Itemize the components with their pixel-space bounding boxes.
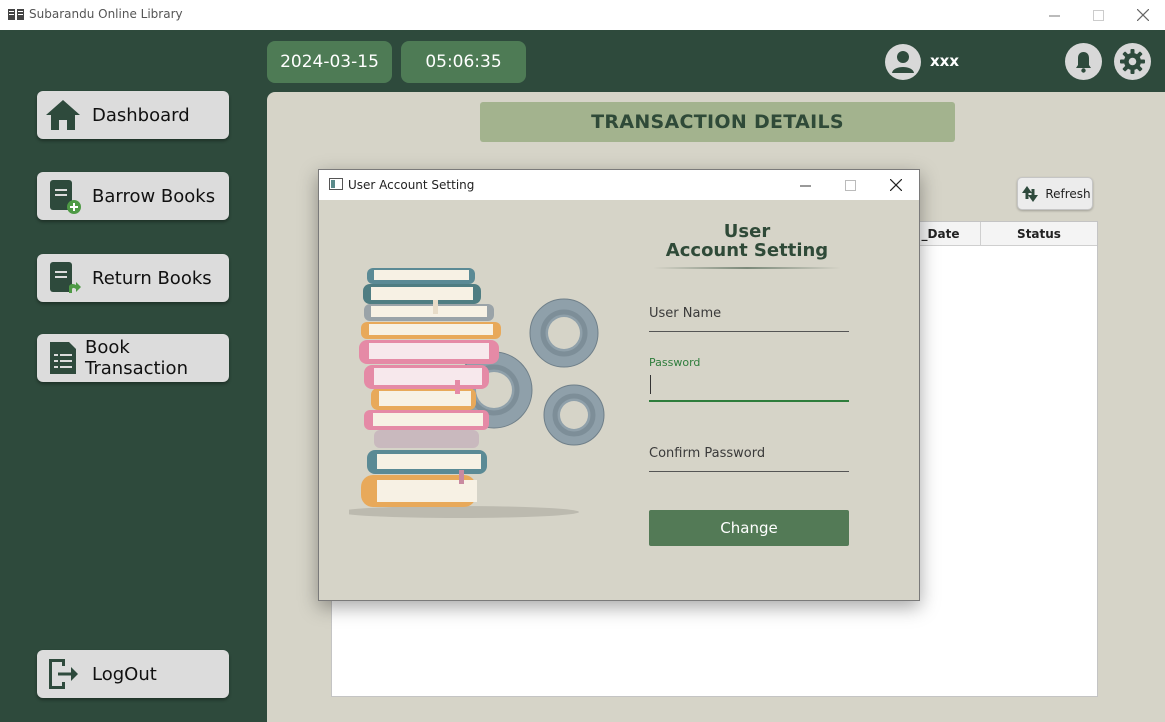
username-label: User Name	[649, 306, 722, 321]
logout-button[interactable]: LogOut	[37, 650, 229, 698]
username-underline	[649, 331, 849, 332]
change-button[interactable]: Change	[649, 510, 849, 546]
password-underline	[649, 400, 849, 402]
sidebar-item-book-transaction[interactable]: Book Transaction	[37, 334, 229, 382]
sidebar-item-label: Dashboard	[92, 104, 190, 126]
dialog-minimize-button[interactable]	[782, 170, 828, 200]
window-maximize-button[interactable]	[1075, 0, 1121, 30]
app-logo-icon	[8, 9, 24, 20]
refresh-label: Refresh	[1045, 186, 1091, 201]
sidebar-item-dashboard[interactable]: Dashboard	[37, 91, 229, 139]
maximize-icon	[844, 179, 856, 191]
text-caret	[650, 375, 651, 394]
dialog-titlebar: User Account Setting	[319, 170, 919, 200]
window-close-button[interactable]	[1120, 0, 1165, 30]
settings-gear-icon[interactable]	[1114, 43, 1151, 80]
confirm-password-label: Confirm Password	[649, 446, 766, 461]
confirm-password-underline	[649, 471, 849, 472]
book-add-icon	[50, 180, 81, 214]
refresh-button[interactable]: Refresh	[1017, 177, 1093, 210]
sidebar-item-label: Return Books	[92, 267, 212, 289]
time-display: 05:06:35	[401, 41, 526, 83]
minimize-icon	[799, 185, 811, 186]
password-label: Password	[649, 356, 701, 369]
home-icon	[46, 100, 80, 130]
sidebar-item-return-books[interactable]: Return Books	[37, 254, 229, 302]
dialog-heading-line1: User	[723, 221, 771, 242]
sidebar-item-label: Book Transaction	[85, 337, 188, 379]
heading-divider	[653, 267, 841, 269]
minimize-icon	[1048, 15, 1060, 16]
sidebar-item-label: Barrow Books	[92, 185, 216, 207]
close-icon	[1137, 9, 1149, 21]
dialog-close-button[interactable]	[873, 170, 919, 200]
dialog-heading: User Account Setting	[649, 222, 845, 260]
dialog-heading-line2: Account Setting	[665, 240, 829, 261]
page-title: TRANSACTION DETAILS	[480, 102, 955, 142]
close-icon	[890, 179, 902, 191]
confirm-password-field[interactable]: Confirm Password	[649, 446, 849, 472]
date-display: 2024-03-15	[267, 41, 392, 83]
username-field[interactable]: User Name	[649, 306, 849, 332]
dialog-app-icon	[329, 178, 343, 190]
user-account-setting-dialog: User Account Setting User Account Settin…	[318, 169, 920, 601]
logout-icon	[49, 659, 78, 689]
dialog-title: User Account Setting	[348, 178, 475, 192]
books-gears-illustration	[349, 268, 605, 518]
book-return-icon	[50, 262, 81, 293]
username-label: xxx	[930, 52, 960, 70]
maximize-icon	[1092, 9, 1104, 21]
sidebar-item-barrow-books[interactable]: Barrow Books	[37, 172, 229, 220]
document-list-icon	[50, 342, 76, 374]
password-field[interactable]: Password	[649, 356, 849, 402]
window-minimize-button[interactable]	[1031, 0, 1077, 30]
notification-bell-icon[interactable]	[1065, 43, 1102, 80]
dialog-maximize-button[interactable]	[827, 170, 873, 200]
logout-label: LogOut	[92, 663, 157, 685]
window-title: Subarandu Online Library	[29, 7, 183, 21]
refresh-icon	[1022, 185, 1039, 202]
column-header-status[interactable]: Status	[980, 222, 1097, 246]
window-titlebar: Subarandu Online Library	[0, 0, 1165, 30]
user-avatar-icon[interactable]	[885, 44, 921, 80]
